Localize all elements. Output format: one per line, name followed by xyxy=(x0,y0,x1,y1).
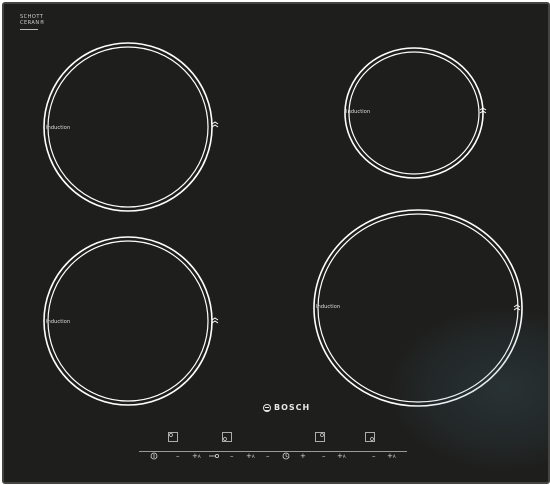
power-button[interactable] xyxy=(150,452,158,462)
zone-ring-front-right xyxy=(313,209,523,407)
zone-label: Induction xyxy=(46,319,71,325)
zone-marker-icon xyxy=(211,121,219,128)
induction-cooktop: SCHOTT CERAN® Induction Induction Induct… xyxy=(2,2,550,484)
zone-indicator-front-left-b xyxy=(222,432,232,442)
zone3-minus-button[interactable]: – xyxy=(322,452,326,460)
zone1-plus-button[interactable]: +A xyxy=(192,452,201,461)
zone-marker-icon xyxy=(211,317,219,324)
brand-name: BOSCH xyxy=(274,403,311,412)
power-icon xyxy=(150,452,158,460)
bosch-armature-icon xyxy=(263,403,271,412)
key-lock-icon xyxy=(209,454,220,459)
zone-select-rear-left-icon xyxy=(168,432,178,442)
zone2-minus-button[interactable]: – xyxy=(230,452,234,460)
schott-ceran-logo: SCHOTT CERAN® xyxy=(20,14,45,30)
zone-select-rear-right-icon xyxy=(315,432,325,442)
zone-select-front-left-icon xyxy=(222,432,232,442)
boost-letter: A xyxy=(251,454,255,459)
brandmark-rule xyxy=(20,29,38,30)
boost-letter: A xyxy=(392,454,396,459)
lock-button[interactable] xyxy=(209,452,220,462)
zone-marker-icon xyxy=(479,107,487,114)
zone-indicator-front-right xyxy=(365,432,375,442)
cooking-zone-rear-right: Induction xyxy=(342,45,487,181)
brandmark-line2: CERAN® xyxy=(20,20,46,26)
zone3-plus-button[interactable]: +A xyxy=(337,452,346,461)
timer-icon xyxy=(282,452,290,460)
zone-label: Induction xyxy=(346,109,371,115)
zone-marker-icon xyxy=(513,304,521,311)
zone2-plus-button[interactable]: +A xyxy=(246,452,255,461)
timer-minus-button[interactable]: – xyxy=(266,452,270,460)
zone4-minus-button[interactable]: – xyxy=(372,452,376,460)
boost-letter: A xyxy=(342,454,346,459)
zone-label: Induction xyxy=(316,304,341,310)
cooking-zone-front-left: Induction xyxy=(42,235,219,407)
bosch-logo: BOSCH xyxy=(263,403,310,412)
zone-indicator-rear-right xyxy=(315,432,325,442)
boost-letter: A xyxy=(197,454,201,459)
cooking-zone-rear-left: Induction xyxy=(42,41,219,213)
timer-button[interactable] xyxy=(282,452,290,462)
zone-select-front-right-icon xyxy=(365,432,375,442)
zone-label: Induction xyxy=(46,125,71,131)
cooking-zone-front-right: Induction xyxy=(312,208,524,408)
zone1-minus-button[interactable]: – xyxy=(176,452,180,460)
timer-plus-button[interactable]: + xyxy=(300,452,306,460)
zone-indicator-front-left xyxy=(168,432,178,442)
zone4-plus-button[interactable]: +A xyxy=(387,452,396,461)
